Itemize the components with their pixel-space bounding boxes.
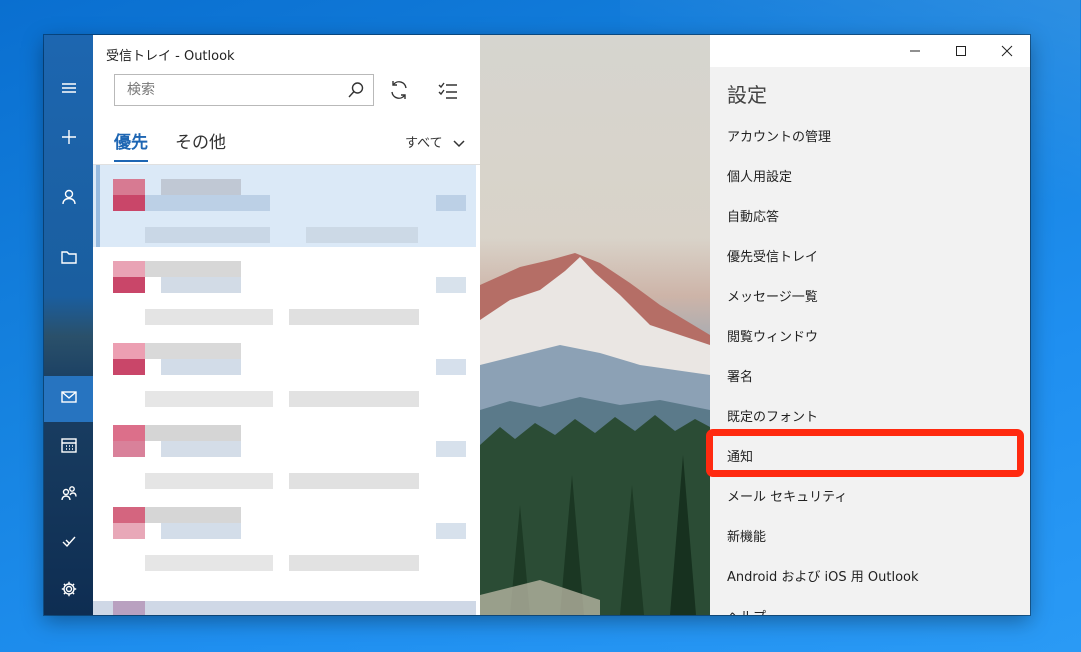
window-title: 受信トレイ - Outlook bbox=[106, 49, 235, 64]
avatar bbox=[113, 261, 145, 277]
mail-button[interactable] bbox=[44, 376, 93, 422]
list-item[interactable] bbox=[93, 247, 476, 329]
settings-button[interactable] bbox=[44, 568, 93, 614]
settings-item-signature[interactable]: 署名 bbox=[727, 366, 753, 385]
search-box[interactable] bbox=[114, 74, 374, 106]
settings-item-focused-inbox[interactable]: 優先受信トレイ bbox=[727, 246, 818, 265]
close-button[interactable] bbox=[984, 35, 1030, 67]
accounts-button[interactable] bbox=[44, 176, 93, 222]
settings-item-outlook-mobile[interactable]: Android および iOS 用 Outlook bbox=[727, 566, 919, 585]
mail-list-pane: 受信トレイ - Outlook 優先 その他 すべて bbox=[93, 35, 480, 615]
titlebar-controls bbox=[892, 35, 1030, 67]
notification-highlight-box bbox=[706, 429, 1024, 477]
settings-item-auto-reply[interactable]: 自動応答 bbox=[727, 206, 779, 225]
new-mail-button[interactable] bbox=[44, 116, 93, 162]
search-input[interactable] bbox=[125, 81, 339, 99]
list-item[interactable] bbox=[93, 411, 476, 493]
list-item[interactable] bbox=[93, 165, 476, 247]
close-icon bbox=[1001, 42, 1013, 61]
select-mode-icon[interactable] bbox=[436, 78, 460, 102]
minimize-icon bbox=[909, 42, 921, 61]
mail-icon bbox=[60, 388, 78, 410]
settings-item-reading-pane[interactable]: 閲覧ウィンドウ bbox=[727, 326, 818, 345]
minimize-button[interactable] bbox=[892, 35, 938, 67]
settings-item-default-font[interactable]: 既定のフォント bbox=[727, 406, 818, 425]
folders-button[interactable] bbox=[44, 236, 93, 282]
mountain-illustration bbox=[480, 253, 710, 615]
calendar-icon bbox=[60, 436, 78, 458]
settings-item-whats-new[interactable]: 新機能 bbox=[727, 526, 766, 545]
background-photo bbox=[480, 35, 710, 615]
filter-dropdown[interactable]: すべて bbox=[405, 132, 465, 151]
message-list bbox=[93, 165, 480, 615]
people-icon bbox=[60, 484, 78, 506]
list-item[interactable] bbox=[93, 601, 476, 615]
maximize-icon bbox=[955, 42, 967, 61]
people-button[interactable] bbox=[44, 472, 93, 518]
list-item[interactable] bbox=[93, 329, 476, 411]
person-icon bbox=[60, 188, 78, 210]
todo-icon bbox=[60, 532, 78, 554]
settings-title: 設定 bbox=[727, 83, 767, 107]
avatar bbox=[113, 343, 145, 359]
hamburger-menu-icon bbox=[60, 79, 78, 101]
navigation-rail bbox=[44, 35, 93, 615]
folder-icon bbox=[60, 248, 78, 270]
gear-icon bbox=[60, 580, 78, 602]
settings-item-help[interactable]: ヘルプ bbox=[727, 606, 766, 615]
settings-item-mail-security[interactable]: メール セキュリティ bbox=[727, 486, 847, 505]
settings-item-message-list[interactable]: メッセージ一覧 bbox=[727, 286, 818, 305]
hamburger-menu-button[interactable] bbox=[44, 67, 93, 113]
tab-other[interactable]: その他 bbox=[175, 128, 226, 153]
search-icon[interactable] bbox=[347, 81, 365, 99]
tab-focused[interactable]: 優先 bbox=[114, 128, 148, 162]
outlook-window: 受信トレイ - Outlook 優先 その他 すべて bbox=[44, 35, 1030, 615]
todo-button[interactable] bbox=[44, 520, 93, 566]
avatar bbox=[113, 179, 145, 195]
settings-item-personalization[interactable]: 個人用設定 bbox=[727, 166, 792, 185]
avatar bbox=[113, 425, 145, 441]
filter-label: すべて bbox=[405, 136, 443, 151]
maximize-button[interactable] bbox=[938, 35, 984, 67]
avatar bbox=[113, 507, 145, 523]
plus-icon bbox=[60, 128, 78, 150]
settings-item-account-management[interactable]: アカウントの管理 bbox=[727, 126, 831, 145]
settings-panel: 設定 アカウントの管理 個人用設定 自動応答 優先受信トレイ メッセージ一覧 閲… bbox=[710, 67, 1030, 615]
chevron-down-icon bbox=[447, 136, 465, 151]
calendar-button[interactable] bbox=[44, 424, 93, 470]
list-item[interactable] bbox=[93, 493, 476, 575]
sync-icon[interactable] bbox=[387, 78, 411, 102]
